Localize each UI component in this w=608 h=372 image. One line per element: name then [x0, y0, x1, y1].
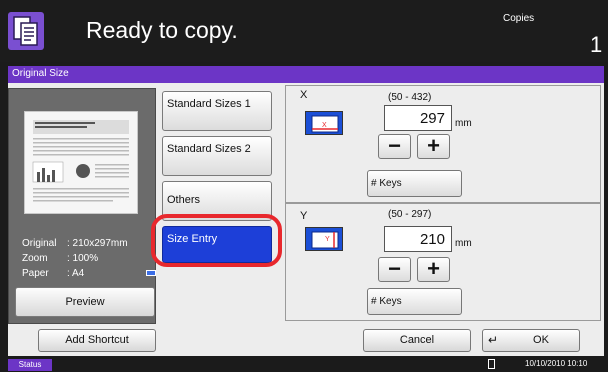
copies-count: 1: [590, 32, 603, 57]
preview-thumbnail: [24, 111, 138, 214]
copier-screen: Ready to copy. Copies 1 Original Size Or…: [0, 0, 608, 372]
zoom-value: : 100%: [67, 253, 99, 264]
x-value-field[interactable]: 297: [384, 105, 452, 131]
y-axis-label: Y: [300, 210, 308, 222]
copies-label: Copies: [503, 13, 535, 24]
highlight-ring: [151, 214, 282, 267]
x-number-keys-button[interactable]: # Keys: [367, 170, 462, 197]
enter-icon: ↵: [488, 333, 499, 347]
original-value: : 210x297mm: [67, 238, 128, 249]
status-message: Ready to copy.: [86, 17, 238, 43]
svg-text:X: X: [322, 122, 327, 129]
paper-label: Paper: [22, 268, 49, 279]
cancel-button[interactable]: Cancel: [363, 329, 471, 352]
y-range: (50 - 297): [388, 209, 432, 220]
x-unit: mm: [455, 118, 472, 129]
datetime: 10/10/2010 10:10: [525, 359, 588, 368]
preview-button[interactable]: Preview: [15, 287, 155, 317]
ok-label: OK: [533, 334, 549, 346]
paper-tray-icon: [146, 270, 156, 276]
zoom-label: Zoom: [22, 253, 48, 264]
status-button[interactable]: Status: [8, 359, 52, 371]
x-range: (50 - 432): [388, 92, 432, 103]
paper-value: : A4: [67, 268, 85, 279]
x-axis-label: X: [300, 89, 308, 101]
paper-info: Paper : A4: [22, 268, 84, 279]
y-unit: mm: [455, 238, 472, 249]
memory-card-icon: [488, 359, 495, 369]
header-bar: Ready to copy. Copies 1: [0, 0, 608, 62]
original-label: Original: [22, 238, 57, 249]
y-dimension-icon: Y: [305, 227, 343, 251]
y-increase-button[interactable]: +: [417, 257, 450, 282]
zoom-info: Zoom : 100%: [22, 253, 98, 264]
svg-text:Y: Y: [325, 236, 330, 243]
y-number-keys-button[interactable]: # Keys: [367, 288, 462, 315]
add-shortcut-button[interactable]: Add Shortcut: [38, 329, 156, 352]
x-increase-button[interactable]: +: [417, 134, 450, 159]
standard-sizes-1-button[interactable]: Standard Sizes 1: [162, 91, 272, 131]
x-dimension-icon: X: [305, 111, 343, 135]
status-bar: [0, 357, 608, 372]
x-decrease-button[interactable]: −: [378, 134, 411, 159]
y-value-field[interactable]: 210: [384, 226, 452, 252]
copy-function-icon: [8, 12, 44, 50]
y-decrease-button[interactable]: −: [378, 257, 411, 282]
original-info: Original : 210x297mm: [22, 238, 128, 249]
standard-sizes-2-button[interactable]: Standard Sizes 2: [162, 136, 272, 176]
panel-title: Original Size: [8, 66, 604, 83]
